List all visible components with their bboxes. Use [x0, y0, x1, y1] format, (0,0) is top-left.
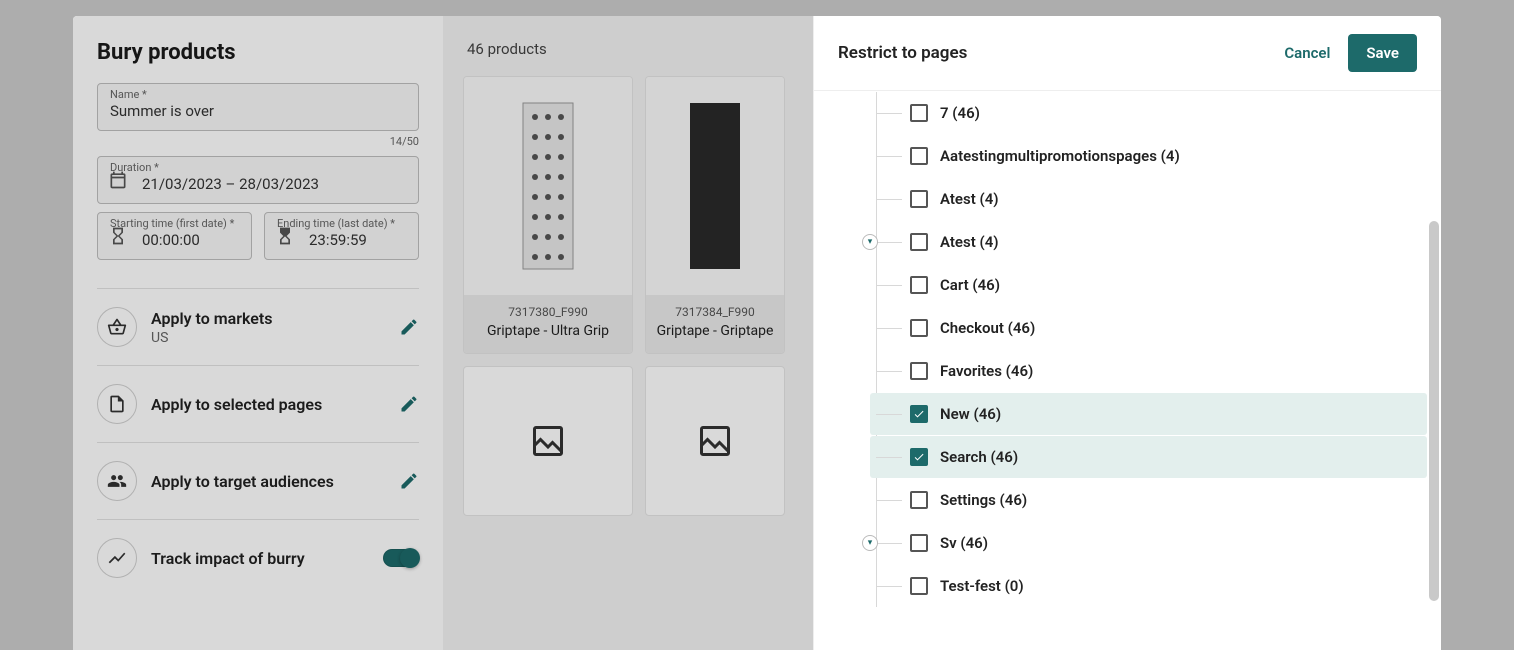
name-counter: 14/50: [97, 135, 419, 148]
checkbox[interactable]: [910, 534, 928, 552]
expander-icon[interactable]: ▾: [862, 535, 878, 551]
bury-products-modal: Bury products Name * Summer is over 14/5…: [73, 16, 1441, 650]
checkbox[interactable]: [910, 104, 928, 122]
products-column: 46 products: [443, 16, 813, 650]
tree-label: Settings (46): [940, 491, 1027, 509]
pencil-icon[interactable]: [399, 471, 419, 491]
name-value: Summer is over: [110, 102, 406, 120]
tree-row[interactable]: New (46): [870, 393, 1427, 435]
start-value: 00:00:00: [142, 231, 239, 249]
tree-row[interactable]: ▾Sv (46): [870, 522, 1427, 564]
cancel-button[interactable]: Cancel: [1284, 44, 1330, 62]
checkbox[interactable]: [910, 276, 928, 294]
product-sku: 7317380_F990: [472, 305, 624, 319]
duration-label: Duration *: [110, 161, 159, 174]
start-label: Starting time (first date) *: [110, 217, 234, 230]
tree-row[interactable]: Aatestingmultipromotionspages (4): [870, 135, 1427, 177]
pencil-icon[interactable]: [399, 317, 419, 337]
checkbox[interactable]: [910, 448, 928, 466]
start-time-field[interactable]: Starting time (first date) * 00:00:00: [97, 212, 252, 260]
tree-row[interactable]: Atest (4): [870, 178, 1427, 220]
apply-markets-row: Apply to markets US: [97, 288, 419, 366]
page-icon: [97, 384, 137, 424]
restrict-pages-panel: Restrict to pages Cancel Save 7 (46) Aate…: [813, 16, 1441, 650]
product-card-placeholder[interactable]: [645, 366, 785, 516]
track-impact-row: Track impact of burry: [97, 520, 419, 596]
tree-row[interactable]: Settings (46): [870, 479, 1427, 521]
track-toggle[interactable]: [383, 549, 419, 567]
checkbox[interactable]: [910, 405, 928, 423]
tree-label: Aatestingmultipromotionspages (4): [940, 147, 1180, 165]
product-card[interactable]: 7317380_F990 Griptape - Ultra Grip: [463, 76, 633, 354]
analytics-icon: [97, 538, 137, 578]
products-count: 46 products: [443, 40, 813, 76]
save-button[interactable]: Save: [1348, 34, 1417, 72]
basket-icon: [97, 307, 137, 347]
tree-label: 7 (46): [940, 104, 980, 122]
left-pane: Bury products Name * Summer is over 14/5…: [73, 16, 813, 650]
tree-row[interactable]: Cart (46): [870, 264, 1427, 306]
product-sku: 7317384_F990: [654, 305, 776, 319]
tree-row[interactable]: Search (46): [870, 436, 1427, 478]
tree-label: Sv (46): [940, 534, 988, 552]
audiences-title: Apply to target audiences: [151, 472, 385, 491]
page-tree[interactable]: 7 (46) Aatestingmultipromotionspages (4) A…: [814, 91, 1441, 650]
markets-title: Apply to markets: [151, 309, 385, 328]
tree-label: Checkout (46): [940, 319, 1035, 337]
duration-field[interactable]: Duration * 21/03/2023 – 28/03/2023: [97, 156, 419, 204]
checkbox[interactable]: [910, 577, 928, 595]
expander-icon[interactable]: ▾: [862, 234, 878, 250]
checkbox[interactable]: [910, 362, 928, 380]
tree-label: Atest (4): [940, 233, 999, 251]
product-name: Griptape - Griptape: [654, 323, 776, 339]
broken-image-icon: [697, 423, 733, 459]
name-field[interactable]: Name * Summer is over: [97, 83, 419, 131]
checkbox[interactable]: [910, 319, 928, 337]
people-icon: [97, 461, 137, 501]
pencil-icon[interactable]: [399, 394, 419, 414]
duration-value: 21/03/2023 – 28/03/2023: [142, 175, 406, 193]
checkbox[interactable]: [910, 147, 928, 165]
markets-sub: US: [151, 330, 385, 346]
panel-title: Restrict to pages: [838, 43, 967, 63]
end-time-field[interactable]: Ending time (last date) * 23:59:59: [264, 212, 419, 260]
apply-audiences-row: Apply to target audiences: [97, 443, 419, 520]
checkbox[interactable]: [910, 491, 928, 509]
product-card-placeholder[interactable]: [463, 366, 633, 516]
end-label: Ending time (last date) *: [277, 217, 395, 230]
name-label: Name *: [110, 88, 147, 101]
griptape-image: [689, 102, 741, 270]
modal-title: Bury products: [97, 40, 419, 65]
form-column: Bury products Name * Summer is over 14/5…: [73, 16, 443, 650]
tree-label: Favorites (46): [940, 362, 1033, 380]
tree-label: Cart (46): [940, 276, 1000, 294]
track-title: Track impact of burry: [151, 549, 369, 568]
tree-label: Atest (4): [940, 190, 999, 208]
scrollbar-thumb[interactable]: [1429, 221, 1439, 601]
apply-pages-row: Apply to selected pages: [97, 366, 419, 443]
broken-image-icon: [530, 423, 566, 459]
tree-row[interactable]: Favorites (46): [870, 350, 1427, 392]
tree-row[interactable]: ▾Atest (4): [870, 221, 1427, 263]
tree-row[interactable]: Checkout (46): [870, 307, 1427, 349]
griptape-image: [522, 102, 574, 270]
end-value: 23:59:59: [309, 231, 406, 249]
tree-label: Search (46): [940, 448, 1018, 466]
product-name: Griptape - Ultra Grip: [472, 323, 624, 339]
tree-row[interactable]: Test-fest (0): [870, 565, 1427, 607]
pages-title: Apply to selected pages: [151, 395, 385, 414]
tree-row[interactable]: 7 (46): [870, 92, 1427, 134]
checkbox[interactable]: [910, 233, 928, 251]
checkbox[interactable]: [910, 190, 928, 208]
product-card[interactable]: 7317384_F990 Griptape - Griptape: [645, 76, 785, 354]
tree-label: Test-fest (0): [940, 577, 1024, 595]
tree-label: New (46): [940, 405, 1001, 423]
